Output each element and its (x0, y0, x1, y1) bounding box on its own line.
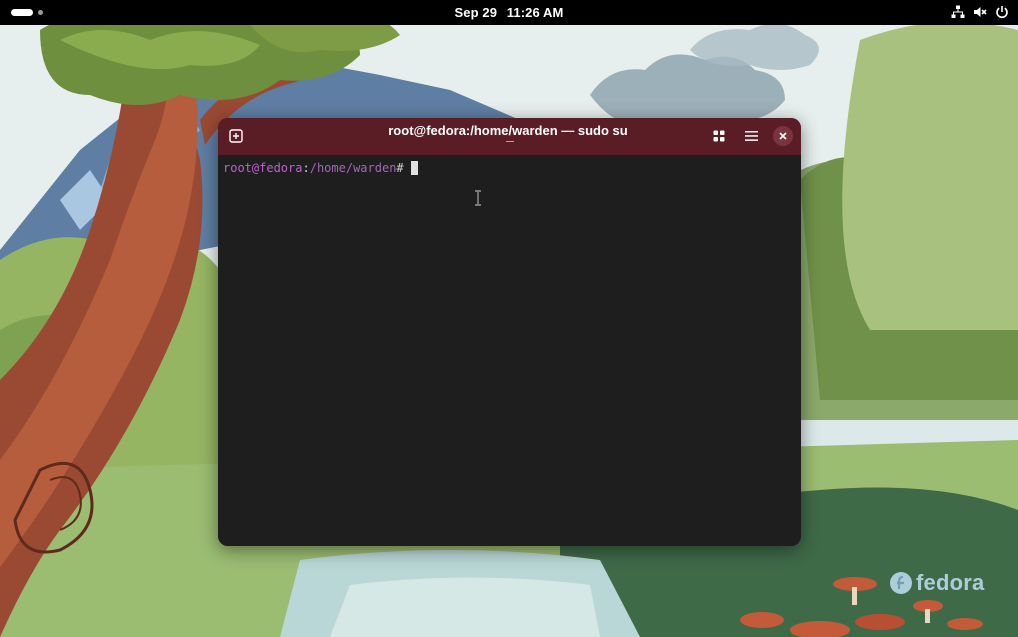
close-button[interactable] (773, 126, 793, 146)
power-icon (996, 6, 1008, 19)
main-menu-button[interactable] (740, 125, 762, 147)
terminal-headerbar[interactable]: root@fedora:/home/warden — sudo su (218, 118, 801, 155)
window-title: root@fedora:/home/warden — sudo su (388, 123, 628, 138)
clock-date: Sep 29 (454, 5, 498, 20)
new-tab-icon (229, 129, 243, 143)
title-drag-handle (506, 141, 514, 142)
prompt-path: /home/warden (309, 161, 397, 175)
fedora-infinity-icon (890, 572, 912, 594)
clock[interactable]: Sep 29 11:26 AM (0, 5, 1018, 20)
prompt-line: root@fedora:/home/warden# (223, 161, 418, 175)
text-cursor (410, 161, 418, 175)
new-tab-button[interactable] (225, 125, 247, 147)
clock-time: 11:26 AM (506, 5, 564, 20)
volume-muted-icon (974, 7, 987, 17)
terminal-area[interactable]: root@fedora:/home/warden# (218, 155, 801, 546)
terminal-window[interactable]: root@fedora:/home/warden — sudo su root@ (218, 118, 801, 546)
top-bar: Sep 29 11:26 AM (0, 0, 1018, 25)
fedora-logo-text: fedora (916, 570, 985, 595)
ibeam-cursor-icon (475, 190, 481, 206)
tab-overview-button[interactable] (708, 125, 730, 147)
prompt-separator: : (302, 161, 310, 175)
tab-overview-icon (713, 130, 725, 142)
hamburger-menu-icon (744, 131, 758, 141)
close-icon (779, 132, 787, 140)
fedora-logo: fedora (889, 570, 984, 596)
system-menu[interactable] (951, 5, 1009, 19)
prompt-symbol: # (396, 161, 404, 175)
network-icon (951, 5, 965, 18)
prompt-user: root@fedora (223, 161, 303, 175)
